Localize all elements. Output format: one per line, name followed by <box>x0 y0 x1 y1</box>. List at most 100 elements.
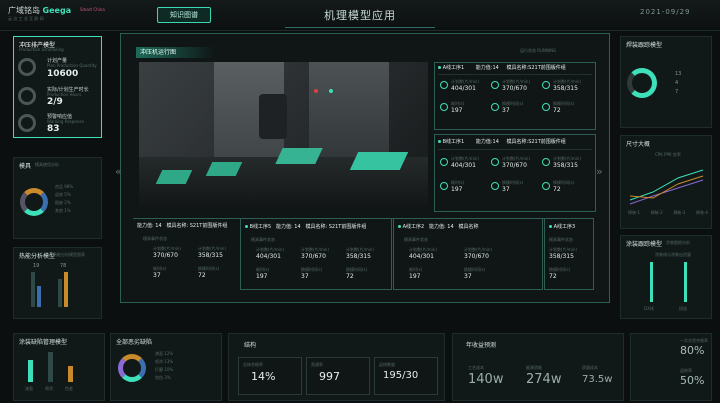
date-display: 2021-09/29 <box>640 8 691 16</box>
paint-bar <box>684 262 687 302</box>
panel-subtitle: 涂装跟踪分析 <box>666 240 690 245</box>
metric-value: 37 <box>153 272 161 279</box>
mold-label: 模具名称 <box>305 224 326 230</box>
legend-item: CPK <box>655 152 663 157</box>
kpi-label: 工艺成本 <box>468 365 484 370</box>
metric-value: 72 <box>198 272 206 279</box>
metric-value: 37 <box>464 273 472 280</box>
metric-value: 404/301 <box>451 162 476 169</box>
cap-value: 14 <box>155 223 162 229</box>
panel-subtitle: Production Scheduling <box>19 47 64 52</box>
kpi-value: 274w <box>526 372 562 387</box>
kpi-label: 返修数量 <box>379 362 395 367</box>
thermal-value: 19 <box>33 263 40 269</box>
status-dot-icon <box>245 225 248 228</box>
company-logo: 广域铭岛 Geega <box>8 5 71 16</box>
cpk-line <box>629 169 704 201</box>
metric-ring-icon <box>491 158 499 166</box>
legend-item: 漆面 12% <box>155 351 174 356</box>
metric-ring-icon <box>440 103 448 111</box>
metric-value: 370/670 <box>502 162 527 169</box>
metric-value: 404/301 <box>451 85 476 92</box>
metric-value: 358/315 <box>553 162 578 169</box>
station-name: A线工序2 <box>402 224 425 230</box>
cap-label: 能力值 <box>475 139 491 145</box>
metric-ring-icon <box>491 103 499 111</box>
station-header: A线工序2 能力值: 14 模具名称 <box>398 223 478 230</box>
press-run-title: 冲压机运行图 <box>136 47 215 58</box>
cap-value: 14 <box>447 224 454 230</box>
panel-title: 热能分析模型 <box>19 253 56 260</box>
mold-value: S21T前围版件组 <box>528 139 566 145</box>
metric-value: 358/315 <box>346 253 371 260</box>
indicator-light <box>329 89 333 93</box>
station-card-b1[interactable] <box>434 134 596 212</box>
plan-quantity-value: 10600 <box>47 69 79 79</box>
mold-legend: 良品 98% 返修 5% 报废 2% 其他 1% <box>55 183 73 215</box>
production-hours-value: 2/9 <box>47 97 63 107</box>
station-card-b5[interactable]: B线工序5 能力值: 14 模具名称: S21T前围版件组 模具事件状态 计划数… <box>240 218 392 290</box>
metric-ring-icon <box>440 81 448 89</box>
event-logo: Smart China <box>80 7 105 12</box>
kpi-card: 总体合格率 14% <box>238 357 302 395</box>
divider <box>438 74 592 75</box>
metric-value: 37 <box>502 186 510 193</box>
x-tick: 喷涂 <box>45 386 53 391</box>
logo-text: 广域铭岛 <box>8 6 40 15</box>
panel-title: 年收益预测 <box>466 342 497 349</box>
station-header: B线工序1 能力值:14 模具名称:S21T前围版件组 <box>438 138 566 145</box>
status-dot-icon <box>438 66 441 69</box>
metric-value: 358/315 <box>198 252 223 259</box>
legend-item: 返修 5% <box>55 192 71 197</box>
page-title: 机理模型应用 <box>285 5 435 28</box>
thermal-bar <box>58 279 62 307</box>
run-status-label: 运行状态 RUNNING <box>520 48 557 53</box>
station-name: B线工序5 <box>249 224 272 230</box>
dimension-line-chart <box>629 169 704 205</box>
station-card-a2-left[interactable]: 能力值: 14 模具名称: S21T前围版件组 模具事件状态 计划数(片/min… <box>133 218 238 288</box>
panel-title: 焊装跟踪模型 <box>626 42 663 49</box>
chart-label: 涂装线与涂装出货量 <box>655 252 691 257</box>
knowledge-graph-button[interactable]: 知识图谱 <box>157 7 211 23</box>
next-arrow-icon[interactable]: » <box>596 165 603 178</box>
weld-value: 7 <box>675 89 679 95</box>
cap-value: 14 <box>492 65 499 71</box>
group-label: 模具事件状态 <box>404 237 428 242</box>
metric-value: 197 <box>451 107 463 114</box>
cap-value: 14 <box>492 139 499 145</box>
group-label: 模具事件状态 <box>143 236 167 241</box>
panel-title: 模具 <box>19 163 32 170</box>
kpi-value: 50% <box>680 374 705 387</box>
cap-label: 能力值 <box>428 224 444 230</box>
station-card-a1[interactable] <box>434 62 596 130</box>
station-header: B线工序5 能力值: 14 模具名称: S21T前围版件组 <box>245 223 366 230</box>
mold-value: S21T前围版件组 <box>528 65 566 71</box>
metric-ring-icon <box>542 158 550 166</box>
metric-value: 404/301 <box>256 253 281 260</box>
panel-title: 结构 <box>244 342 257 349</box>
x-tick: DX线 <box>644 306 654 311</box>
sheet-part <box>349 152 409 170</box>
metric-value: 72 <box>346 273 354 280</box>
kpi-card: 返修数量 195/30 <box>374 357 438 395</box>
metric-value: 197 <box>256 273 268 280</box>
kpi-value: 140w <box>468 372 504 387</box>
weld-value: 4 <box>675 80 679 86</box>
yield-line <box>629 175 704 199</box>
station-card-a3[interactable]: A线工序3 模具事件状态 计划数(片/min) 358/315 换模时间(s) … <box>544 218 594 290</box>
legend-item: 报废 2% <box>55 200 71 205</box>
mold-donut-chart <box>20 188 48 216</box>
defect-bar <box>68 366 73 382</box>
legend-item: PPK <box>664 152 672 157</box>
prev-arrow-icon[interactable]: « <box>115 165 122 178</box>
warning-gauge-icon <box>18 114 36 132</box>
defect-bar <box>48 352 53 382</box>
mold-label: 模具名称 <box>506 139 527 145</box>
kpi-value: 997 <box>319 370 340 383</box>
status-dot-icon <box>549 225 552 228</box>
press-machine-scene[interactable] <box>139 62 428 210</box>
station-card-a2[interactable]: A线工序2 能力值: 14 模具名称 模具事件状态 计划数(片/min) 404… <box>393 218 543 290</box>
kpi-label: 总体合格率 <box>243 362 263 367</box>
quantity-gauge-icon <box>18 58 36 76</box>
robot-arm <box>259 94 287 139</box>
